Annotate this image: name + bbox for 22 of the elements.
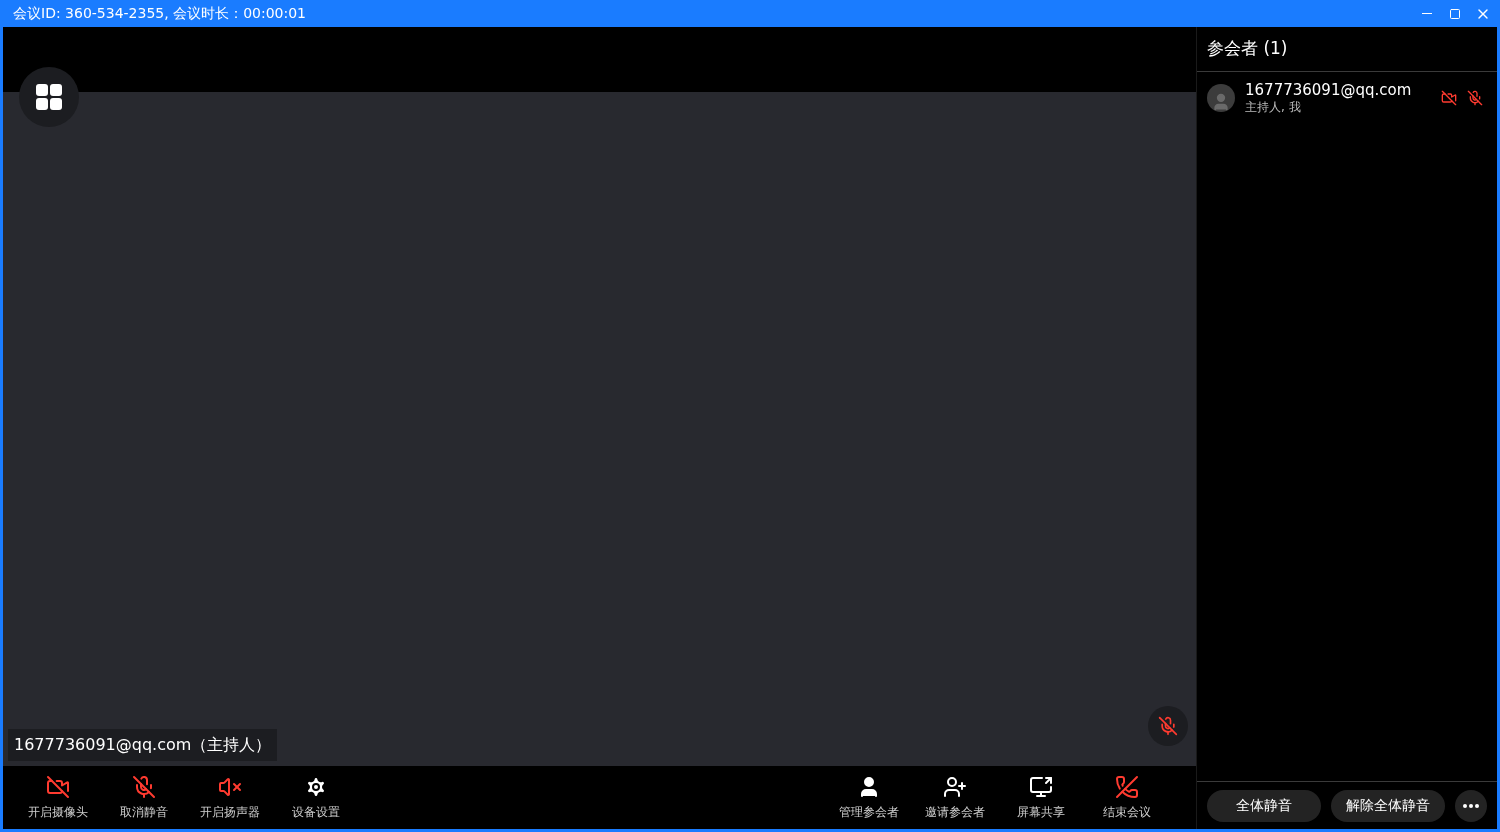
participant-name: 1677736091@qq.com <box>1245 81 1413 100</box>
toolbar-button[interactable]: 取消静音 <box>101 766 187 829</box>
toolbar-button[interactable]: 设备设置 <box>273 766 359 829</box>
video-name-label: 1677736091@qq.com（主持人） <box>8 729 278 761</box>
panel-title: 参会者 (1) <box>1207 37 1288 61</box>
toolbar-button[interactable]: 屏幕共享 <box>998 766 1084 829</box>
toolbar-button[interactable]: 管理参会者 <box>826 766 912 829</box>
more-icon <box>1463 803 1479 808</box>
toolbar-button[interactable]: 开启扬声器 <box>187 766 273 829</box>
toolbar-button[interactable]: 开启摄像头 <box>15 766 101 829</box>
avatar-icon <box>1207 84 1235 112</box>
participant-row[interactable]: 1677736091@qq.com 主持人, 我 <box>1197 72 1497 124</box>
more-button[interactable] <box>1455 789 1487 822</box>
grid-icon <box>36 84 62 110</box>
toolbar-button[interactable]: 邀请参会者 <box>912 766 998 829</box>
panel-button[interactable]: 全体静音 <box>1207 789 1321 822</box>
maximize-icon <box>1449 7 1461 20</box>
panel-button[interactable]: 解除全体静音 <box>1331 789 1445 822</box>
window-title: 会议ID: 360-534-2355, 会议时长：00:00:01 <box>13 4 307 23</box>
minimize-icon <box>1422 13 1432 14</box>
toolbar-button[interactable]: 结束会议 <box>1084 766 1170 829</box>
participant-role: 主持人, 我 <box>1245 99 1302 115</box>
